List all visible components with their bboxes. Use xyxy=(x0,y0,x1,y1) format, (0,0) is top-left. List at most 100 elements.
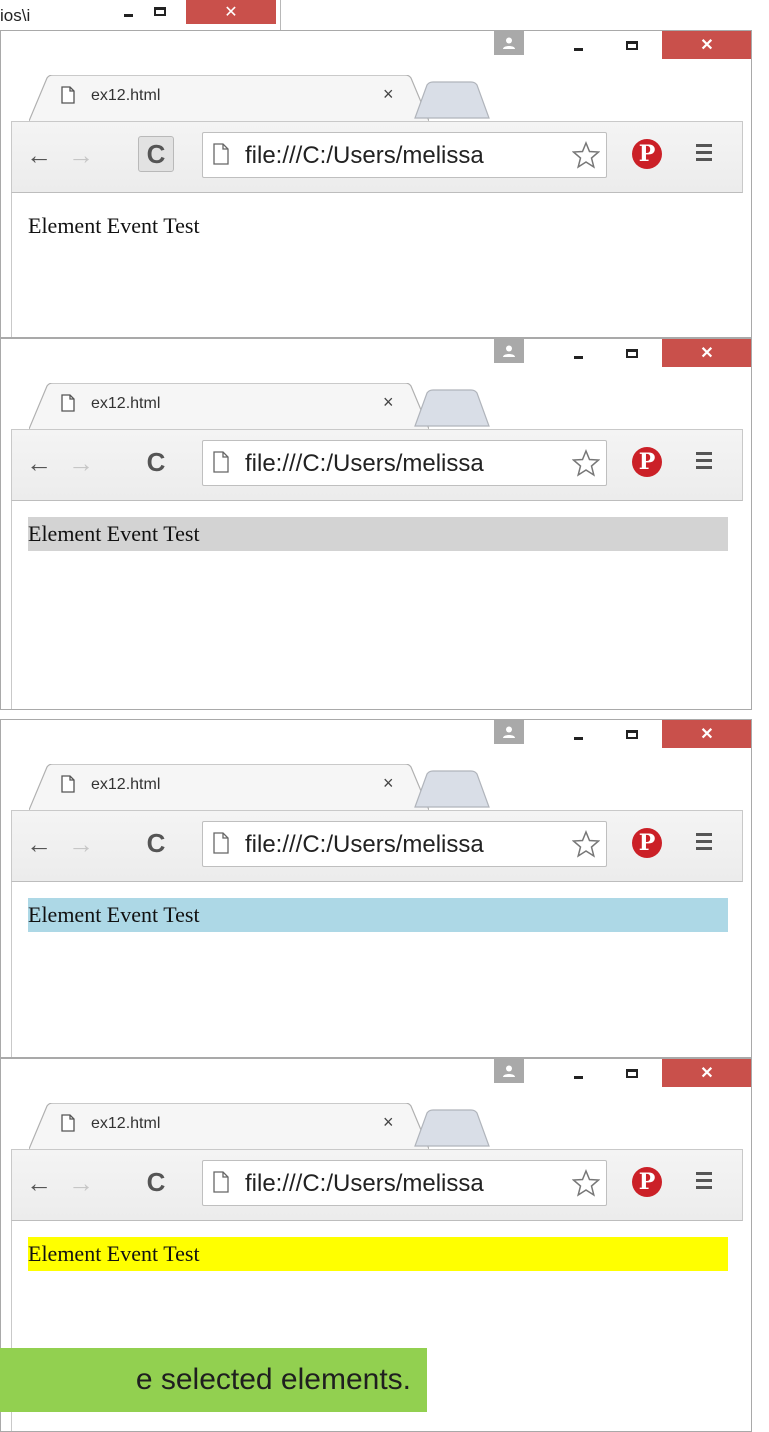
page-content: Element Event Test xyxy=(11,882,751,1057)
minimize-button[interactable] xyxy=(566,339,590,367)
back-arrow-icon[interactable]: ← xyxy=(26,448,52,479)
maximize-button[interactable] xyxy=(617,720,647,748)
user-icon xyxy=(503,726,515,738)
document-icon xyxy=(61,394,75,412)
user-icon xyxy=(503,345,515,357)
browser-toolbar: ← → C file:///C:/Users/melissa P xyxy=(11,429,743,501)
address-bar[interactable]: file:///C:/Users/melissa xyxy=(202,440,607,486)
url-text: file:///C:/Users/melissa xyxy=(245,831,484,858)
forward-arrow-icon[interactable]: → xyxy=(68,448,94,479)
page-content: Element Event Test xyxy=(11,193,751,337)
title-bar: ✕ ex12.html × xyxy=(1,1059,751,1149)
pinterest-icon[interactable]: P xyxy=(632,139,662,169)
address-bar[interactable]: file:///C:/Users/melissa xyxy=(202,132,607,178)
tab-close-button[interactable]: × xyxy=(383,1112,394,1133)
user-profile-button[interactable] xyxy=(494,31,524,55)
back-arrow-icon[interactable]: ← xyxy=(26,1168,52,1199)
element-event-test-text[interactable]: Element Event Test xyxy=(28,898,728,932)
browser-tab[interactable]: ex12.html × xyxy=(29,764,429,810)
background-window-path: ios\i xyxy=(0,6,31,25)
hamburger-menu-icon[interactable] xyxy=(696,1172,712,1193)
pinterest-icon[interactable]: P xyxy=(632,447,662,477)
address-bar[interactable]: file:///C:/Users/melissa xyxy=(202,821,607,867)
user-icon xyxy=(503,37,515,49)
browser-toolbar: ← → C file:///C:/Users/melissa P xyxy=(11,810,743,882)
close-window-button[interactable]: ✕ xyxy=(662,31,751,59)
minimize-button[interactable] xyxy=(566,31,590,59)
page-content: Element Event Test xyxy=(11,501,751,709)
reload-icon[interactable]: C xyxy=(138,825,174,861)
tab-title: ex12.html xyxy=(91,395,161,412)
element-event-test-text[interactable]: Element Event Test xyxy=(28,517,728,551)
forward-arrow-icon[interactable]: → xyxy=(68,829,94,860)
document-icon xyxy=(61,775,75,793)
forward-arrow-icon[interactable]: → xyxy=(68,140,94,171)
document-icon xyxy=(61,86,75,104)
element-event-test-text[interactable]: Element Event Test xyxy=(28,1237,728,1271)
user-profile-button[interactable] xyxy=(494,1059,524,1083)
address-bar[interactable]: file:///C:/Users/melissa xyxy=(202,1160,607,1206)
star-icon[interactable] xyxy=(572,141,600,169)
new-tab-button[interactable] xyxy=(413,389,491,427)
hamburger-menu-icon[interactable] xyxy=(696,452,712,473)
background-minimize-button[interactable] xyxy=(118,0,138,22)
user-profile-button[interactable] xyxy=(494,720,524,744)
maximize-icon xyxy=(626,40,638,50)
browser-tab[interactable]: ex12.html × xyxy=(29,1103,429,1149)
document-icon xyxy=(61,1114,75,1132)
url-text: file:///C:/Users/melissa xyxy=(245,142,484,169)
back-arrow-icon[interactable]: ← xyxy=(26,829,52,860)
tab-title: ex12.html xyxy=(91,87,161,104)
url-text: file:///C:/Users/melissa xyxy=(245,450,484,477)
maximize-icon xyxy=(626,1068,638,1078)
page-icon xyxy=(213,1171,229,1193)
maximize-button[interactable] xyxy=(617,1059,647,1087)
reload-icon[interactable]: C xyxy=(138,1164,174,1200)
browser-window-3: ✕ ex12.html × ← → C file:///C:/Users/mel… xyxy=(0,719,752,1058)
maximize-button[interactable] xyxy=(617,339,647,367)
new-tab-button[interactable] xyxy=(413,81,491,119)
page-icon xyxy=(213,832,229,854)
url-text: file:///C:/Users/melissa xyxy=(245,1170,484,1197)
user-icon xyxy=(503,1065,515,1077)
tab-close-button[interactable]: × xyxy=(383,84,394,105)
close-window-button[interactable]: ✕ xyxy=(662,1059,751,1087)
background-close-button[interactable]: ✕ xyxy=(186,0,276,24)
forward-arrow-icon[interactable]: → xyxy=(68,1168,94,1199)
reload-icon[interactable]: C xyxy=(138,136,174,172)
star-icon[interactable] xyxy=(572,449,600,477)
minimize-button[interactable] xyxy=(566,1059,590,1087)
title-bar: ✕ ex12.html × xyxy=(1,31,751,121)
star-icon[interactable] xyxy=(572,830,600,858)
tab-close-button[interactable]: × xyxy=(383,392,394,413)
maximize-icon xyxy=(626,729,638,739)
hamburger-menu-icon[interactable] xyxy=(696,833,712,854)
browser-tab[interactable]: ex12.html × xyxy=(29,75,429,121)
pinterest-icon[interactable]: P xyxy=(632,828,662,858)
tab-title: ex12.html xyxy=(91,1115,161,1132)
element-event-test-text[interactable]: Element Event Test xyxy=(28,209,728,243)
maximize-button[interactable] xyxy=(617,31,647,59)
hamburger-menu-icon[interactable] xyxy=(696,144,712,165)
reload-icon[interactable]: C xyxy=(138,444,174,480)
back-arrow-icon[interactable]: ← xyxy=(26,140,52,171)
caption-callout: e selected elements. xyxy=(0,1348,427,1412)
tab-title: ex12.html xyxy=(91,776,161,793)
minimize-button[interactable] xyxy=(566,720,590,748)
close-window-button[interactable]: ✕ xyxy=(662,339,751,367)
browser-window-1: ✕ ex12.html × ← → C file:///C:/Users/mel… xyxy=(0,30,752,338)
tab-close-button[interactable]: × xyxy=(383,773,394,794)
title-bar: ✕ ex12.html × xyxy=(1,720,751,810)
browser-toolbar: ← → C file:///C:/Users/melissa P xyxy=(11,1149,743,1221)
pinterest-icon[interactable]: P xyxy=(632,1167,662,1197)
new-tab-button[interactable] xyxy=(413,770,491,808)
browser-tab[interactable]: ex12.html × xyxy=(29,383,429,429)
browser-toolbar: ← → C file:///C:/Users/melissa P xyxy=(11,121,743,193)
title-bar: ✕ ex12.html × xyxy=(1,339,751,429)
new-tab-button[interactable] xyxy=(413,1109,491,1147)
close-window-button[interactable]: ✕ xyxy=(662,720,751,748)
user-profile-button[interactable] xyxy=(494,339,524,363)
star-icon[interactable] xyxy=(572,1169,600,1197)
background-maximize-button[interactable] xyxy=(148,0,172,22)
background-window: ios\i ✕ xyxy=(0,0,281,33)
